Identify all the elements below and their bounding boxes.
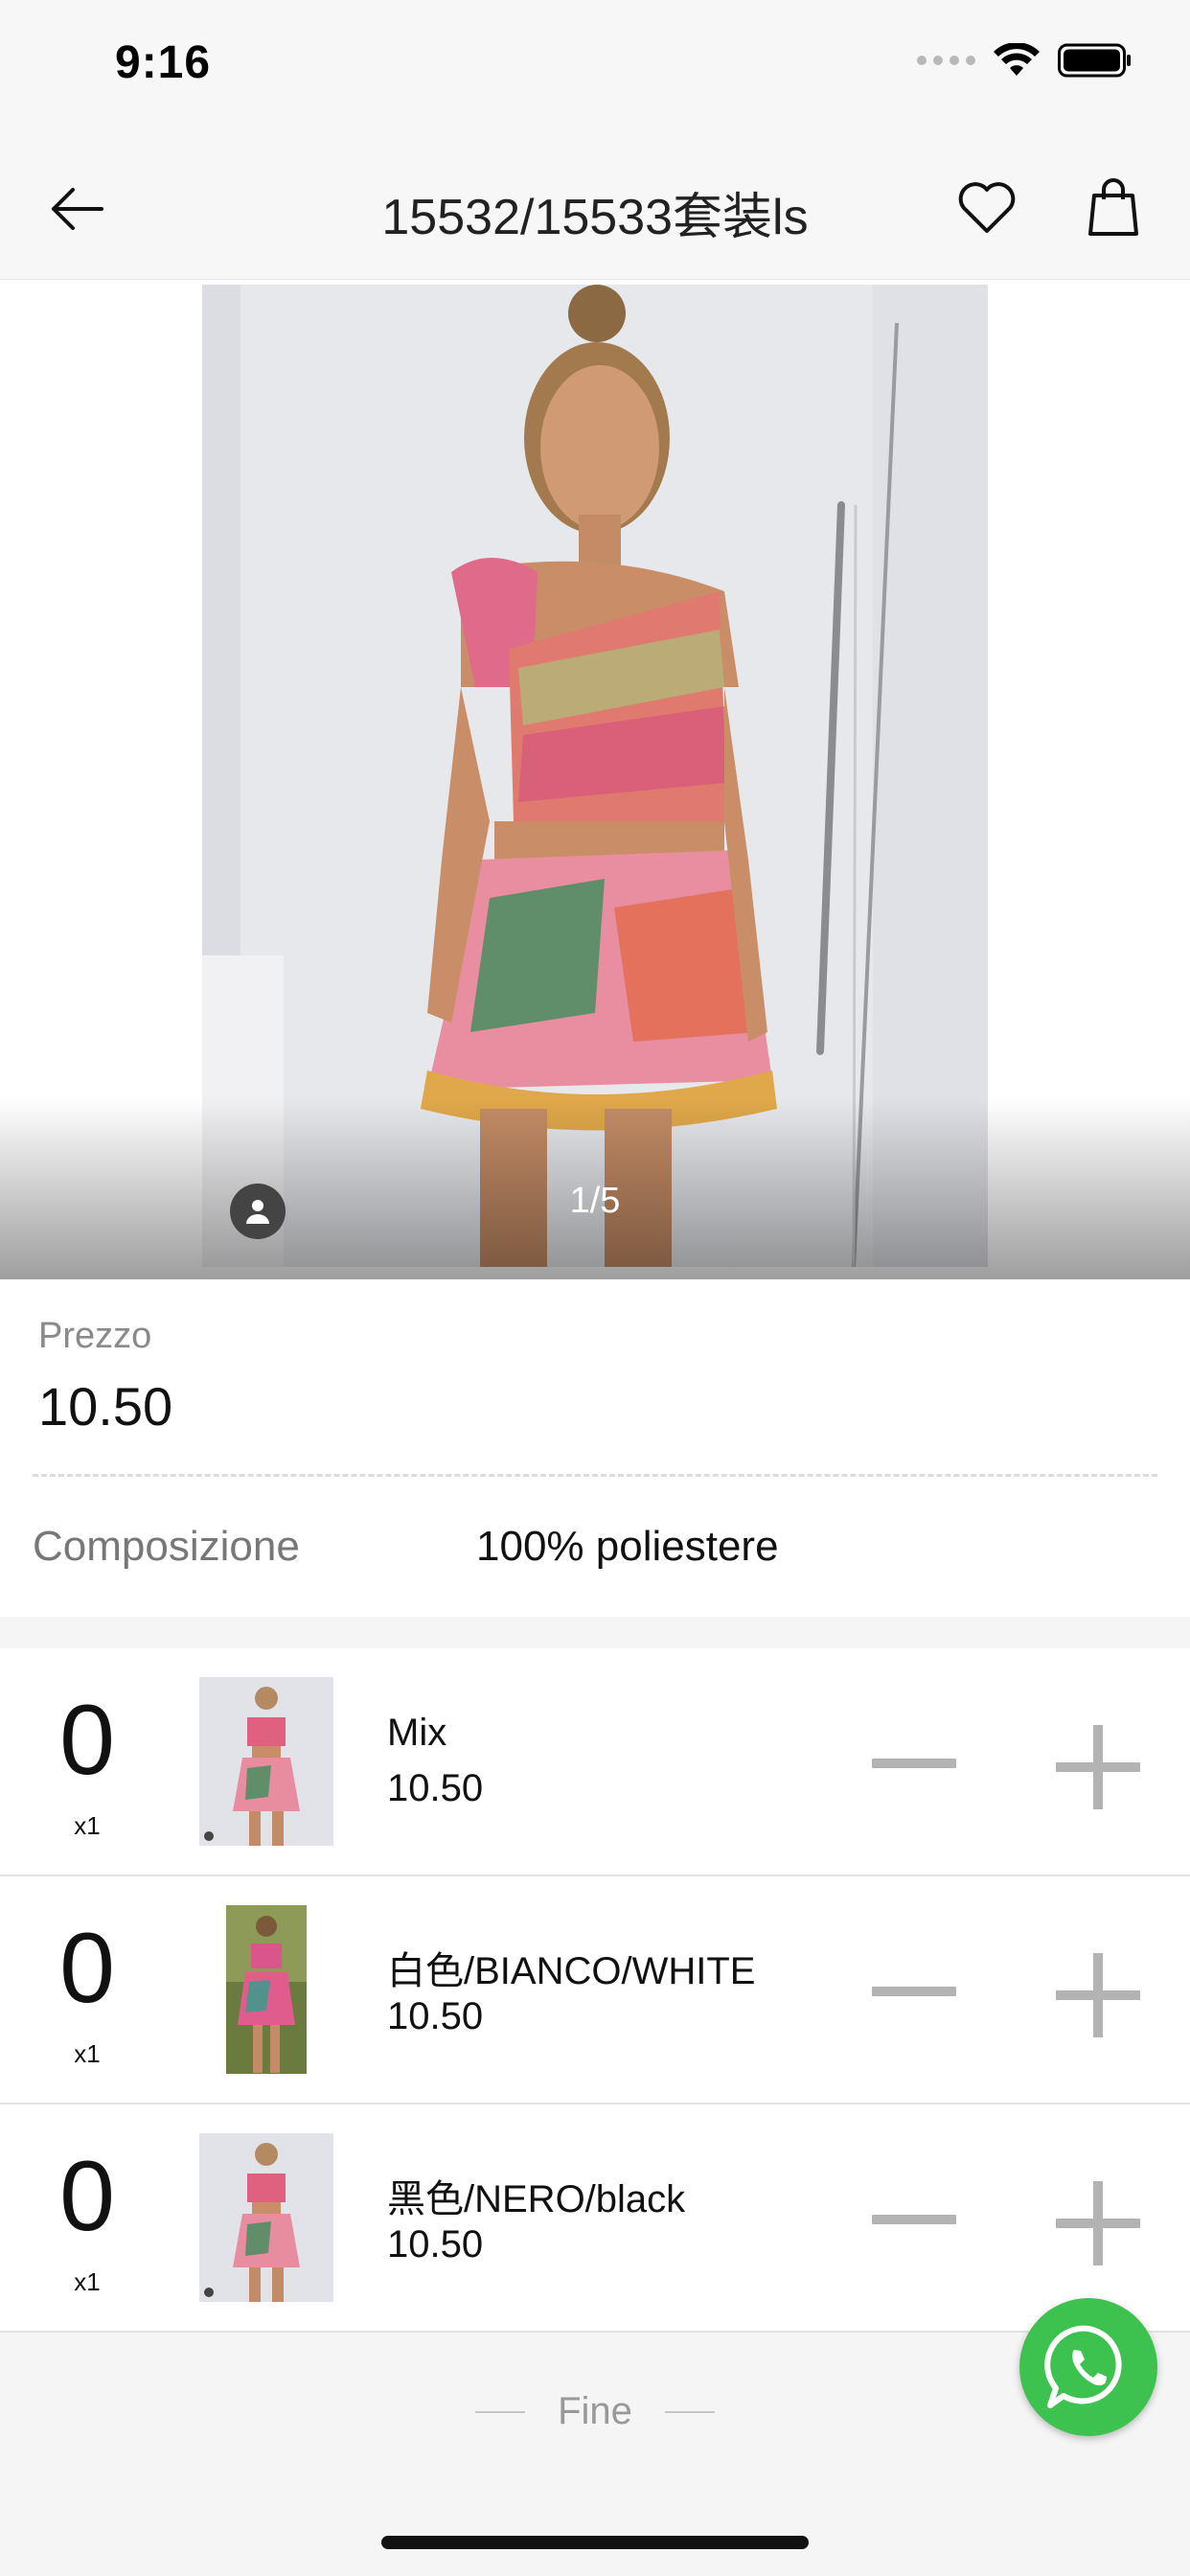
- status-time: 9:16: [115, 37, 212, 88]
- price-section: Prezzo 10.50 Composizione 100% poliester…: [0, 1279, 1190, 1617]
- cart-button[interactable]: [1075, 169, 1152, 245]
- plus-icon: [1056, 1725, 1140, 1809]
- favorite-button[interactable]: [949, 169, 1025, 245]
- whatsapp-button[interactable]: [1019, 2298, 1157, 2436]
- page-title: 15532/15533套装ls: [381, 190, 809, 245]
- decrease-button[interactable]: [866, 1725, 962, 1802]
- product-gallery[interactable]: 1/5: [0, 280, 1190, 1279]
- minus-icon: [872, 1987, 956, 1996]
- plus-icon: [1056, 2181, 1140, 2266]
- status-icons: [917, 42, 1133, 79]
- home-indicator: [381, 2536, 809, 2549]
- variant-multiplier: x1: [74, 2039, 101, 2068]
- minus-icon: [872, 2215, 956, 2224]
- list-end: Fine: [0, 2390, 1190, 2433]
- divider: [33, 1474, 1157, 1477]
- whatsapp-icon: [1044, 2325, 1122, 2408]
- minus-icon: [872, 1759, 956, 1768]
- back-button[interactable]: [38, 171, 115, 247]
- variant-row: 0 x1 白色/BIANCO/WHITE 10.50: [0, 1876, 1190, 2104]
- variant-thumbnail[interactable]: [226, 1905, 307, 2074]
- variant-name: Mix: [387, 1712, 447, 1754]
- shopping-bag-icon: [1088, 178, 1138, 236]
- variant-price: 10.50: [387, 1995, 484, 2037]
- gallery-counter: 1/5: [569, 1181, 621, 1221]
- variant-quantity: 0: [59, 1913, 115, 2024]
- increase-button[interactable]: [1050, 1719, 1146, 1815]
- variant-name: 黑色/NERO/black: [387, 2178, 686, 2220]
- price-label: Prezzo: [38, 1316, 152, 1356]
- variant-multiplier: x1: [74, 2267, 101, 2296]
- composition-label: Composizione: [33, 1523, 300, 1570]
- battery-icon: [1058, 43, 1131, 78]
- back-arrow-icon: [52, 188, 103, 230]
- variant-price: 10.50: [387, 2223, 484, 2266]
- variant-price: 10.50: [387, 1767, 484, 1809]
- decrease-button[interactable]: [866, 1953, 962, 2030]
- heart-icon: [958, 182, 1016, 233]
- variant-thumbnail[interactable]: [199, 2133, 333, 2302]
- variant-multiplier: x1: [74, 1811, 101, 1840]
- divider: [475, 2410, 526, 2413]
- variant-quantity: 0: [59, 1685, 115, 1796]
- composition-value: 100% poliestere: [476, 1523, 779, 1570]
- price-value: 10.50: [38, 1376, 173, 1437]
- signal-icon: [917, 56, 975, 65]
- wifi-icon: [994, 43, 1040, 76]
- end-label: Fine: [558, 2390, 632, 2432]
- status-bar: 9:16: [0, 0, 1190, 134]
- nav-bar: 15532/15533套装ls: [0, 134, 1190, 280]
- user-icon: [246, 1200, 269, 1224]
- increase-button[interactable]: [1050, 1947, 1146, 2043]
- divider: [664, 2410, 715, 2413]
- decrease-button[interactable]: [866, 2181, 962, 2258]
- variant-quantity: 0: [59, 2141, 115, 2252]
- variant-row: 0 x1 Mix 10.50: [0, 1648, 1190, 1876]
- variant-list: 0 x1 Mix 10.50 0 x1 白色/BIANCO/WHITE 10.5…: [0, 1648, 1190, 2333]
- increase-button[interactable]: [1050, 2175, 1146, 2271]
- variant-row: 0 x1 黑色/NERO/black 10.50: [0, 2104, 1190, 2333]
- plus-icon: [1056, 1953, 1140, 2037]
- variant-thumbnail[interactable]: [199, 1677, 333, 1846]
- variant-name: 白色/BIANCO/WHITE: [387, 1950, 756, 1992]
- seller-avatar[interactable]: [230, 1184, 286, 1239]
